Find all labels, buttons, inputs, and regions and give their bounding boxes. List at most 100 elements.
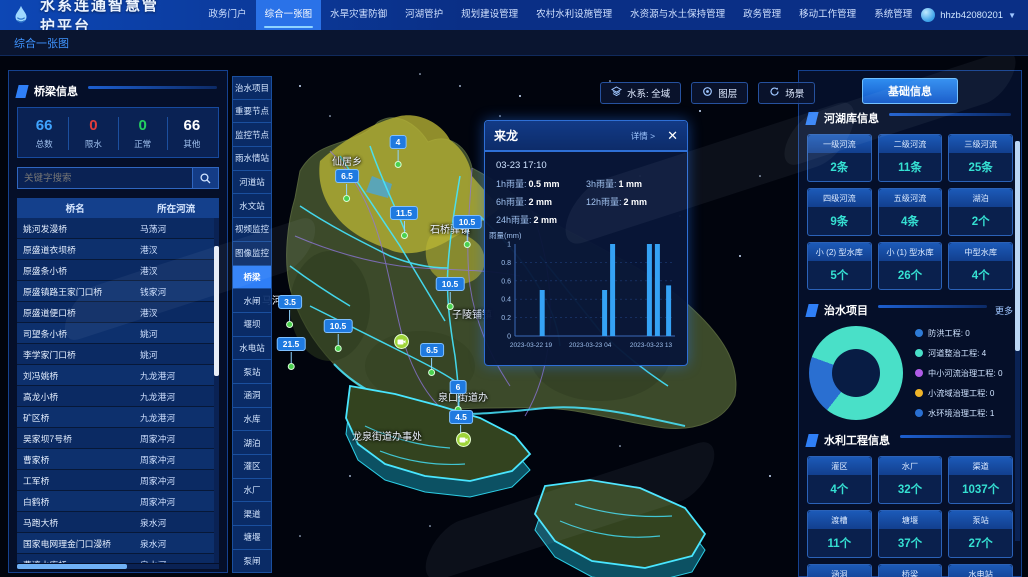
legend-label: 水环境治理工程: 1	[928, 407, 994, 419]
table-row[interactable]: 司望条小桥姚河	[17, 323, 219, 344]
layer-item-图像监控[interactable]: 图像监控	[232, 242, 272, 266]
nav-item-7[interactable]: 政务管理	[734, 0, 790, 30]
card-value: 26个	[879, 267, 942, 283]
legend-dot-icon	[915, 329, 923, 337]
breadcrumb[interactable]: 综合一张图	[14, 35, 69, 51]
table-row[interactable]: 国家电网理金门口漫桥泉水河	[17, 533, 219, 554]
map-control-2[interactable]: 场景	[758, 82, 815, 104]
table-row[interactable]: 白鹤桥周家冲河	[17, 491, 219, 512]
layer-item-泵站[interactable]: 泵站	[232, 360, 272, 384]
stat-label: 其他	[168, 138, 216, 150]
layer-item-水电站[interactable]: 水电站	[232, 337, 272, 361]
table-row[interactable]: 原盛道便口桥港汊	[17, 302, 219, 323]
close-icon[interactable]: ✕	[667, 129, 678, 142]
river-name-cell: 周家冲河	[130, 432, 219, 445]
rain-badge[interactable]: 6.5	[335, 166, 359, 202]
nav-item-8[interactable]: 移动工作管理	[790, 0, 865, 30]
rain-badge[interactable]: 21.5	[277, 334, 306, 370]
nav-item-4[interactable]: 规划建设管理	[452, 0, 527, 30]
river-name-cell: 泉水河	[130, 537, 219, 550]
camera-marker-icon[interactable]	[394, 334, 409, 349]
right-panel-scrollbar[interactable]	[1015, 141, 1020, 541]
layer-item-水厂[interactable]: 水厂	[232, 479, 272, 503]
table-row[interactable]: 马跑大桥泉水河	[17, 512, 219, 533]
projects-more-link[interactable]: 更多	[995, 304, 1013, 317]
rain-badge[interactable]: 10.5	[324, 316, 353, 352]
nav-item-1[interactable]: 综合一张图	[256, 0, 322, 30]
layer-item-监控节点[interactable]: 监控节点	[232, 123, 272, 147]
extruded-district-southeast[interactable]	[535, 480, 705, 577]
bridge-name-cell: 姚河发漫桥	[17, 222, 130, 235]
nav-item-0[interactable]: 政务门户	[200, 0, 256, 30]
layer-item-塘堰[interactable]: 塘堰	[232, 526, 272, 550]
stat-label: 限水	[69, 138, 117, 150]
rain-badge[interactable]: 6.5	[420, 340, 444, 376]
layer-item-渠道[interactable]: 渠道	[232, 502, 272, 526]
layer-item-重要节点[interactable]: 重要节点	[232, 100, 272, 124]
popup-details-link[interactable]: 详情 >	[631, 130, 655, 142]
layer-item-雨水情站[interactable]: 雨水情站	[232, 147, 272, 171]
map-control-label: 场景	[785, 86, 804, 100]
donut-legend: 防洪工程: 0河道整治工程: 4中小河流治理工程: 0小流域治理工程: 0水环境…	[915, 327, 1013, 419]
table-row[interactable]: 工军桥周家冲河	[17, 470, 219, 491]
table-row[interactable]: 姚河发漫桥马荡河	[17, 218, 219, 239]
rain-badge[interactable]: 10.5	[436, 274, 465, 310]
rain-badge[interactable]: 11.5	[390, 203, 418, 239]
rain-badge[interactable]: 4	[390, 132, 407, 168]
rain-badge-value: 6.5	[335, 169, 359, 183]
bridge-name-cell: 原盛道便口桥	[17, 306, 130, 319]
search-button[interactable]	[193, 167, 219, 189]
layer-item-泵闸[interactable]: 泵闸	[232, 550, 272, 574]
card-label: 湖泊	[949, 189, 1012, 207]
layer-item-桥梁[interactable]: 桥梁	[232, 266, 272, 290]
table-row[interactable]: 李学家门口桥姚河	[17, 344, 219, 365]
popup-metrics: 1h雨量:0.5 mm3h雨量:1 mm6h雨量:2 mm12h雨量:2 mm2…	[485, 174, 687, 228]
col-river-name: 所在河流	[133, 201, 219, 215]
table-row[interactable]: 原盛道衣坝桥港汊	[17, 239, 219, 260]
table-row[interactable]: 高龙小桥九龙港河	[17, 386, 219, 407]
search-icon	[200, 173, 211, 184]
table-row[interactable]: 原盛条小桥港汊	[17, 260, 219, 281]
layer-item-堰坝[interactable]: 堰坝	[232, 313, 272, 337]
horizontal-scrollbar[interactable]	[17, 564, 219, 569]
table-row[interactable]: 曹湾水库桥泉水河	[17, 554, 219, 563]
rain-badge[interactable]: 3.5	[278, 292, 302, 328]
map-control-1[interactable]: 图层	[691, 82, 748, 104]
table-row[interactable]: 吴家坝7号桥周家冲河	[17, 428, 219, 449]
engineering-card-3: 渡槽11个	[807, 510, 872, 558]
layer-item-水文站[interactable]: 水文站	[232, 194, 272, 218]
badge-stem	[457, 395, 458, 406]
layer-item-视频监控[interactable]: 视频监控	[232, 218, 272, 242]
table-row[interactable]: 曹家桥周家冲河	[17, 449, 219, 470]
nav-item-2[interactable]: 水旱灾害防御	[321, 0, 396, 30]
card-label: 一级河流	[808, 135, 871, 153]
card-label: 五级河流	[879, 189, 942, 207]
map-control-0[interactable]: 水系: 全域	[600, 82, 681, 104]
map-stage: 仙居乡马河镇石桥驿镇子陵铺镇泉口街道办龙泉街道办事处 46.511.510.51…	[0, 56, 1028, 577]
nav-item-9[interactable]: 系统管理	[865, 0, 921, 30]
table-row[interactable]: 原盛镇路王家门口桥钱家河	[17, 281, 219, 302]
search-input[interactable]	[17, 167, 193, 189]
legend-item-1: 河道整治工程: 4	[915, 347, 1013, 359]
layer-item-湖泊[interactable]: 湖泊	[232, 431, 272, 455]
layer-item-水闸[interactable]: 水闸	[232, 289, 272, 313]
layer-item-涵洞[interactable]: 涵洞	[232, 384, 272, 408]
layer-item-治水项目[interactable]: 治水项目	[232, 76, 272, 100]
layer-item-灌区[interactable]: 灌区	[232, 455, 272, 479]
user-menu[interactable]: hhzb42080201 ▼	[921, 8, 1016, 22]
table-scrollbar[interactable]	[214, 218, 219, 563]
rain-badge[interactable]: 10.5	[453, 212, 482, 248]
camera-marker-icon[interactable]	[456, 432, 471, 447]
station-dot-icon	[446, 303, 453, 310]
nav-item-5[interactable]: 农村水利设施管理	[527, 0, 621, 30]
table-row[interactable]: 矿区桥九龙港河	[17, 407, 219, 428]
nav-item-6[interactable]: 水资源与水土保持管理	[621, 0, 734, 30]
card-label: 中型水库	[949, 243, 1012, 261]
layer-item-水库[interactable]: 水库	[232, 408, 272, 432]
nav-item-3[interactable]: 河湖管护	[396, 0, 452, 30]
projects-donut-chart: 防洪工程: 0河道整治工程: 4中小河流治理工程: 0小流域治理工程: 0水环境…	[807, 318, 1013, 426]
layer-item-河道站[interactable]: 河道站	[232, 171, 272, 195]
river-name-cell: 泉水河	[130, 558, 219, 564]
basic-info-button[interactable]: 基础信息	[862, 78, 958, 104]
table-row[interactable]: 刘冯姚桥九龙港河	[17, 365, 219, 386]
